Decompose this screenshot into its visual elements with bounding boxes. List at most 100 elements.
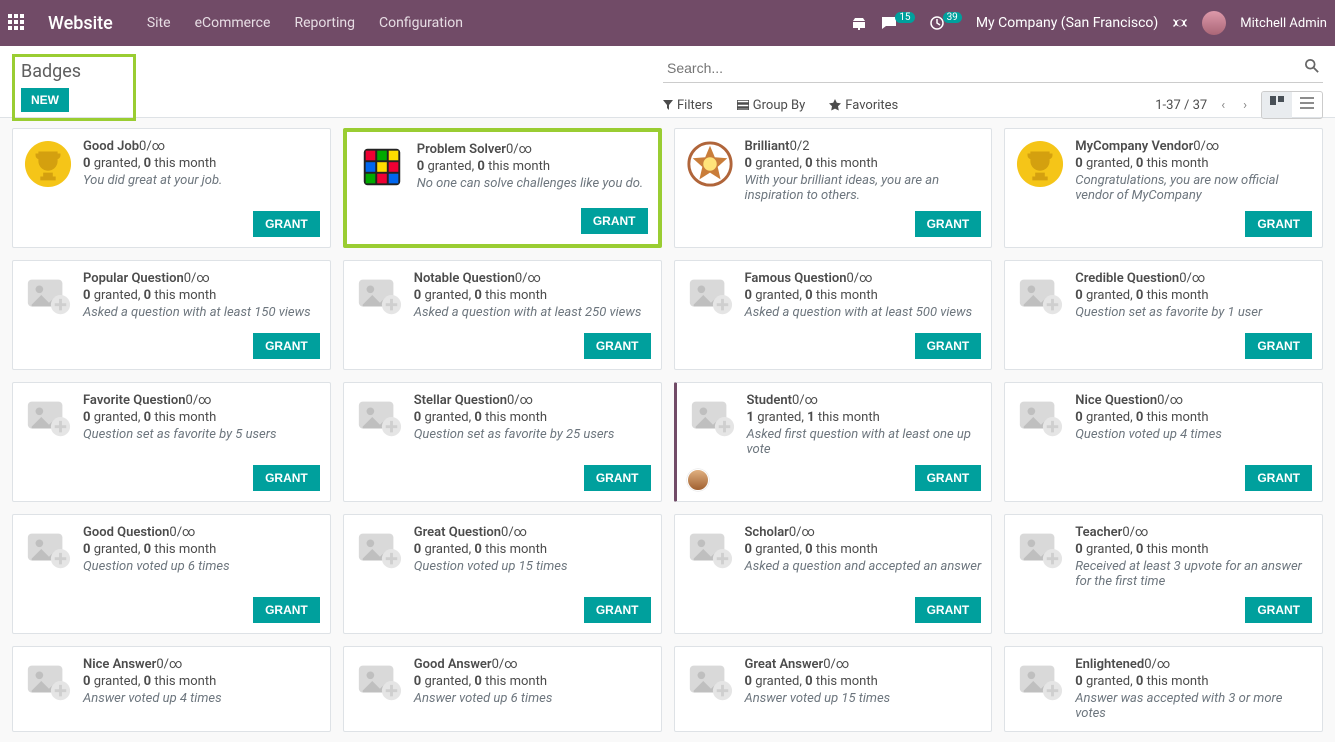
- grant-button[interactable]: GRANT: [915, 465, 982, 491]
- badge-card[interactable]: Great Question0/∞ 0 granted, 0 this mont…: [343, 514, 662, 634]
- badge-limit: 0/∞: [823, 657, 849, 672]
- filters-button[interactable]: Filters: [663, 98, 713, 113]
- grant-button[interactable]: GRANT: [915, 333, 982, 359]
- badge-card[interactable]: Teacher0/∞ 0 granted, 0 this month Recei…: [1004, 514, 1323, 634]
- badge-name: Nice Question: [1075, 393, 1157, 408]
- badge-name: Nice Answer: [83, 657, 156, 672]
- groupby-button[interactable]: Group By: [737, 98, 806, 113]
- badge-description: Answer voted up 4 times: [83, 691, 320, 706]
- grant-button[interactable]: GRANT: [253, 333, 320, 359]
- nav-configuration[interactable]: Configuration: [379, 15, 463, 31]
- badges-kanban: Good Job0/∞ 0 granted, 0 this month You …: [0, 118, 1335, 742]
- nav-ecommerce[interactable]: eCommerce: [195, 15, 271, 31]
- badge-name: Scholar: [745, 525, 789, 540]
- badge-card[interactable]: Student0/∞ 1 granted, 1 this month Asked…: [674, 382, 993, 502]
- badge-granted-line: 0 granted, 0 this month: [417, 159, 648, 174]
- badge-card[interactable]: Great Answer0/∞ 0 granted, 0 this month …: [674, 646, 993, 732]
- grant-button[interactable]: GRANT: [1245, 211, 1312, 237]
- apps-icon[interactable]: [8, 14, 26, 32]
- badge-granted-line: 1 granted, 1 this month: [747, 410, 982, 425]
- badge-name: Student: [747, 393, 793, 408]
- badge-card[interactable]: Favorite Question0/∞ 0 granted, 0 this m…: [12, 382, 331, 502]
- badge-name: Teacher: [1075, 525, 1122, 540]
- grant-button[interactable]: GRANT: [584, 597, 651, 623]
- badge-card[interactable]: Stellar Question0/∞ 0 granted, 0 this mo…: [343, 382, 662, 502]
- new-button[interactable]: NEW: [21, 88, 69, 112]
- grant-button[interactable]: GRANT: [1245, 597, 1312, 623]
- pager-next-icon[interactable]: ›: [1239, 96, 1251, 115]
- grant-button[interactable]: GRANT: [584, 465, 651, 491]
- badge-card[interactable]: Nice Question0/∞ 0 granted, 0 this month…: [1004, 382, 1323, 502]
- nav-site[interactable]: Site: [147, 15, 171, 31]
- title-highlight-box: Badges NEW: [12, 54, 136, 121]
- badge-granted-line: 0 granted, 0 this month: [1075, 410, 1312, 425]
- badge-card[interactable]: Credible Question0/∞ 0 granted, 0 this m…: [1004, 260, 1323, 370]
- badge-description: Answer was accepted with 3 or more votes: [1075, 691, 1312, 721]
- badge-card[interactable]: Nice Answer0/∞ 0 granted, 0 this month A…: [12, 646, 331, 732]
- grant-button[interactable]: GRANT: [581, 208, 648, 234]
- badge-description: Question voted up 6 times: [83, 559, 320, 574]
- badge-granted-line: 0 granted, 0 this month: [745, 674, 982, 689]
- badge-limit: 0/∞: [184, 271, 210, 286]
- badge-icon: [685, 271, 735, 321]
- badge-granted-line: 0 granted, 0 this month: [414, 674, 651, 689]
- favorites-button[interactable]: Favorites: [829, 98, 898, 113]
- badge-icon: [1015, 139, 1065, 189]
- badge-icon: [354, 393, 404, 443]
- app-brand[interactable]: Website: [48, 13, 113, 34]
- badge-card[interactable]: Famous Question0/∞ 0 granted, 0 this mon…: [674, 260, 993, 370]
- activities-icon[interactable]: 39: [929, 15, 962, 31]
- grant-button[interactable]: GRANT: [253, 597, 320, 623]
- badge-description: Question set as favorite by 25 users: [414, 427, 651, 442]
- badge-card[interactable]: Notable Question0/∞ 0 granted, 0 this mo…: [343, 260, 662, 370]
- badge-name: Popular Question: [83, 271, 184, 286]
- badge-granted-line: 0 granted, 0 this month: [1075, 156, 1312, 171]
- badge-granted-line: 0 granted, 0 this month: [83, 156, 320, 171]
- badge-icon: [354, 525, 404, 575]
- kanban-view-icon[interactable]: [1262, 92, 1292, 118]
- search-input[interactable]: [663, 54, 1301, 82]
- grant-button[interactable]: GRANT: [253, 465, 320, 491]
- badge-card[interactable]: MyCompany Vendor0/∞ 0 granted, 0 this mo…: [1004, 128, 1323, 248]
- pager-text[interactable]: 1-37 / 37: [1155, 98, 1207, 113]
- badge-description: Received at least 3 upvote for an answer…: [1075, 559, 1312, 589]
- badge-limit: 0/∞: [847, 271, 873, 286]
- badge-card[interactable]: Problem Solver0/∞ 0 granted, 0 this mont…: [343, 128, 662, 248]
- badge-card[interactable]: Good Job0/∞ 0 granted, 0 this month You …: [12, 128, 331, 248]
- company-selector[interactable]: My Company (San Francisco): [976, 15, 1158, 31]
- grant-button[interactable]: GRANT: [915, 211, 982, 237]
- badge-description: Answer voted up 6 times: [414, 691, 651, 706]
- badge-card[interactable]: Good Question0/∞ 0 granted, 0 this month…: [12, 514, 331, 634]
- debug-icon[interactable]: [1172, 15, 1188, 31]
- badge-granted-line: 0 granted, 0 this month: [83, 410, 320, 425]
- user-avatar-icon[interactable]: [1202, 11, 1226, 35]
- badge-limit: 0/2: [790, 139, 810, 154]
- nav-reporting[interactable]: Reporting: [294, 15, 355, 31]
- badge-icon: [1015, 657, 1065, 707]
- badge-description: No one can solve challenges like you do.: [417, 176, 648, 191]
- grant-button[interactable]: GRANT: [1245, 465, 1312, 491]
- badge-card[interactable]: Popular Question0/∞ 0 granted, 0 this mo…: [12, 260, 331, 370]
- badge-limit: 0/∞: [1122, 525, 1148, 540]
- badge-description: Question voted up 15 times: [414, 559, 651, 574]
- pager-prev-icon[interactable]: ‹: [1217, 96, 1229, 115]
- badge-description: Question set as favorite by 1 user: [1075, 305, 1312, 320]
- badge-limit: 0/∞: [506, 142, 532, 157]
- promo-icon[interactable]: [851, 15, 867, 31]
- badge-card[interactable]: Brilliant0/2 0 granted, 0 this month Wit…: [674, 128, 993, 248]
- grant-button[interactable]: GRANT: [584, 333, 651, 359]
- grantee-avatar-icon[interactable]: [687, 469, 709, 491]
- user-name[interactable]: Mitchell Admin: [1240, 16, 1327, 31]
- grant-button[interactable]: GRANT: [253, 211, 320, 237]
- badge-name: Stellar Question: [414, 393, 507, 408]
- badge-limit: 0/∞: [515, 271, 541, 286]
- badge-card[interactable]: Enlightened0/∞ 0 granted, 0 this month A…: [1004, 646, 1323, 732]
- list-view-icon[interactable]: [1292, 92, 1322, 118]
- grant-button[interactable]: GRANT: [915, 597, 982, 623]
- badge-card[interactable]: Good Answer0/∞ 0 granted, 0 this month A…: [343, 646, 662, 732]
- badge-name: Enlightened: [1075, 657, 1144, 672]
- messages-icon[interactable]: 15: [881, 15, 914, 31]
- badge-card[interactable]: Scholar0/∞ 0 granted, 0 this month Asked…: [674, 514, 993, 634]
- search-icon[interactable]: [1301, 59, 1323, 77]
- grant-button[interactable]: GRANT: [1245, 333, 1312, 359]
